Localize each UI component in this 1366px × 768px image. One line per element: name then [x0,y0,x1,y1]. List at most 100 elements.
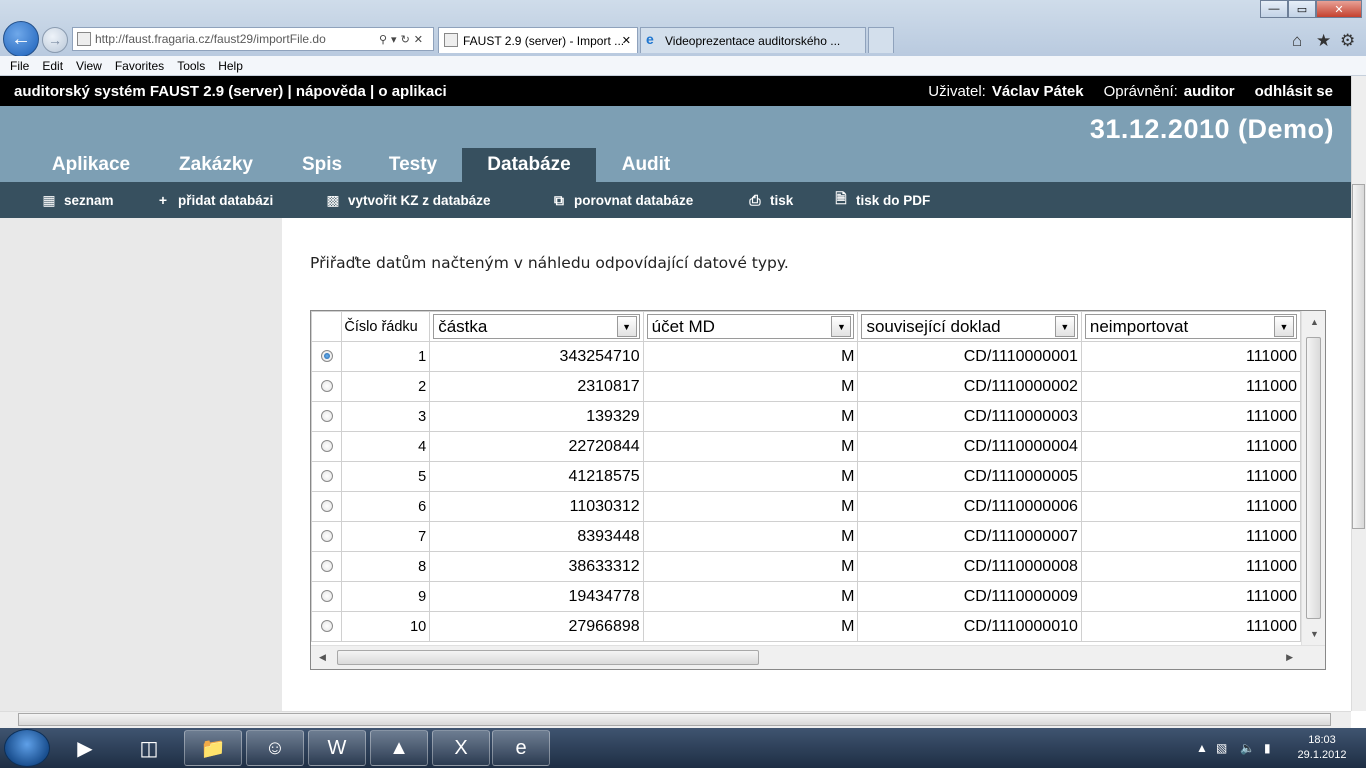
menu-file[interactable]: File [10,59,29,73]
favorites-star-icon[interactable]: ★ [1316,31,1331,51]
forward-button[interactable]: → [42,27,68,53]
tab-databaze[interactable]: Databáze [462,148,596,182]
messenger-icon[interactable]: ☺ [246,730,304,766]
row-select-cell[interactable] [311,401,343,432]
menu-edit[interactable]: Edit [42,59,63,73]
chevron-down-icon[interactable]: ▼ [1274,316,1294,337]
table-row[interactable]: 9 19434778 M CD/1110000009 111000 [311,581,1301,612]
close-window-button[interactable]: ✕ [1316,0,1362,18]
home-icon[interactable]: ⌂ [1292,31,1302,51]
internet-explorer-icon[interactable]: e [492,730,550,766]
tab-testy[interactable]: Testy [372,148,454,182]
row-select-cell[interactable] [311,581,343,612]
row-select-cell[interactable] [311,611,343,642]
row-radio-button[interactable] [320,560,333,573]
chevron-down-icon[interactable]: ▼ [1054,316,1075,337]
chevron-down-icon[interactable]: ▼ [831,316,852,337]
row-select-cell[interactable] [311,431,343,462]
maximize-button[interactable]: ▭ [1288,0,1316,18]
address-tools-icon[interactable]: ⚲▾↻✕ [379,33,433,46]
table-row[interactable]: 3 139329 M CD/1110000003 111000 [311,401,1301,432]
vlc-icon[interactable]: ▲ [370,730,428,766]
browser-tab-import[interactable]: FAUST 2.9 (server) - Import ... ✕ [438,27,638,53]
table-row[interactable]: 4 22720844 M CD/1110000004 111000 [311,431,1301,462]
grid-vertical-scrollbar[interactable]: ▲ ▼ [1301,311,1325,647]
row-radio-button[interactable] [320,410,333,423]
scroll-down-icon[interactable]: ▼ [1310,629,1319,639]
show-hidden-icons[interactable]: ▲ [1196,741,1208,755]
scroll-up-icon[interactable]: ▲ [1310,317,1319,327]
tab-zakazky[interactable]: Zakázky [160,148,272,182]
scroll-left-icon[interactable]: ◀ [319,652,326,663]
network-device-icon[interactable]: ▧ [1216,741,1227,755]
chevron-down-icon[interactable]: ▼ [616,316,637,337]
tab-aplikace[interactable]: Aplikace [32,148,150,182]
column-type-4[interactable]: neimportovat ▼ [1080,311,1301,342]
subnav-pridat-databazi[interactable]: + přidat databázi [156,182,273,218]
menu-view[interactable]: View [76,59,102,73]
address-url[interactable]: http://faust.fragaria.cz/faust29/importF… [95,32,379,46]
back-button[interactable]: ← [3,21,39,57]
menu-favorites[interactable]: Favorites [115,59,164,73]
table-row[interactable]: 6 11030312 M CD/1110000006 111000 [311,491,1301,522]
table-row[interactable]: 7 8393448 M CD/1110000007 111000 [311,521,1301,552]
subnav-tisk-pdf[interactable]: 🗎 tisk do PDF [834,182,930,218]
subnav-vytvorit-kz[interactable]: ▩ vytvořit KZ z databáze [326,182,490,218]
menu-tools[interactable]: Tools [177,59,205,73]
table-row[interactable]: 5 41218575 M CD/1110000005 111000 [311,461,1301,492]
row-select-cell[interactable] [311,461,343,492]
row-select-cell[interactable] [311,371,343,402]
row-number-cell: 3 [341,401,431,432]
tab-audit[interactable]: Audit [606,148,686,182]
excel-icon[interactable]: X [432,730,490,766]
table-row[interactable]: 2 2310817 M CD/1110000002 111000 [311,371,1301,402]
tab-spis[interactable]: Spis [284,148,360,182]
minimize-button[interactable]: — [1260,0,1288,18]
media-player-icon[interactable]: ▶ [56,730,114,766]
folder-icon[interactable]: 📁 [184,730,242,766]
subnav-seznam[interactable]: ▦ seznam [42,182,113,218]
menu-help[interactable]: Help [218,59,243,73]
system-clock[interactable]: 18:03 29.1.2012 [1292,733,1352,763]
table-row[interactable]: 1 343254710 M CD/1110000001 111000 [311,341,1301,372]
table-row[interactable]: 10 27966898 M CD/1110000010 111000 [311,611,1301,642]
app-title[interactable]: auditorský systém FAUST 2.9 (server) | n… [14,83,447,100]
word-icon[interactable]: W [308,730,366,766]
browser-tab-video[interactable]: e Videoprezentace auditorského ... [640,27,866,53]
row-radio-button[interactable] [320,620,333,633]
volume-icon[interactable]: 🔈 [1240,741,1255,755]
column-type-1[interactable]: částka ▼ [429,311,644,342]
row-radio-button[interactable] [320,530,333,543]
grid-horizontal-thumb[interactable] [337,650,759,665]
gear-icon[interactable]: ⚙ [1340,31,1355,51]
extra-cell: 111000 [1080,431,1301,462]
column-type-3[interactable]: související doklad ▼ [857,311,1082,342]
row-radio-button[interactable] [320,440,333,453]
row-radio-button[interactable] [320,500,333,513]
page-vertical-thumb[interactable] [1352,184,1365,529]
table-row[interactable]: 8 38633312 M CD/1110000008 111000 [311,551,1301,582]
column-type-2[interactable]: účet MD ▼ [642,311,859,342]
close-tab-icon[interactable]: ✕ [622,34,631,47]
row-select-cell[interactable] [311,341,343,372]
grid-vertical-thumb[interactable] [1306,337,1321,619]
scroll-right-icon[interactable]: ▶ [1286,652,1293,663]
row-select-cell[interactable] [311,521,343,552]
row-radio-button[interactable] [320,380,333,393]
address-bar[interactable]: http://faust.fragaria.cz/faust29/importF… [72,27,434,51]
new-tab-button[interactable] [868,27,894,53]
signal-icon[interactable]: ▮ [1264,741,1271,755]
row-radio-button[interactable] [320,470,333,483]
start-button[interactable] [4,729,50,767]
subnav-tisk[interactable]: ⎙ tisk [748,182,793,218]
explorer-icon[interactable]: ◫ [120,730,178,766]
row-select-cell[interactable] [311,551,343,582]
row-radio-button[interactable] [320,350,333,363]
logout-link[interactable]: odhlásit se [1255,83,1333,100]
page-horizontal-thumb[interactable] [18,713,1331,726]
grid-horizontal-scrollbar[interactable]: ◀ ▶ [311,645,1325,669]
subnav-porovnat[interactable]: ⧉ porovnat databáze [552,182,693,218]
page-icon [444,33,458,47]
row-select-cell[interactable] [311,491,343,522]
row-radio-button[interactable] [320,590,333,603]
